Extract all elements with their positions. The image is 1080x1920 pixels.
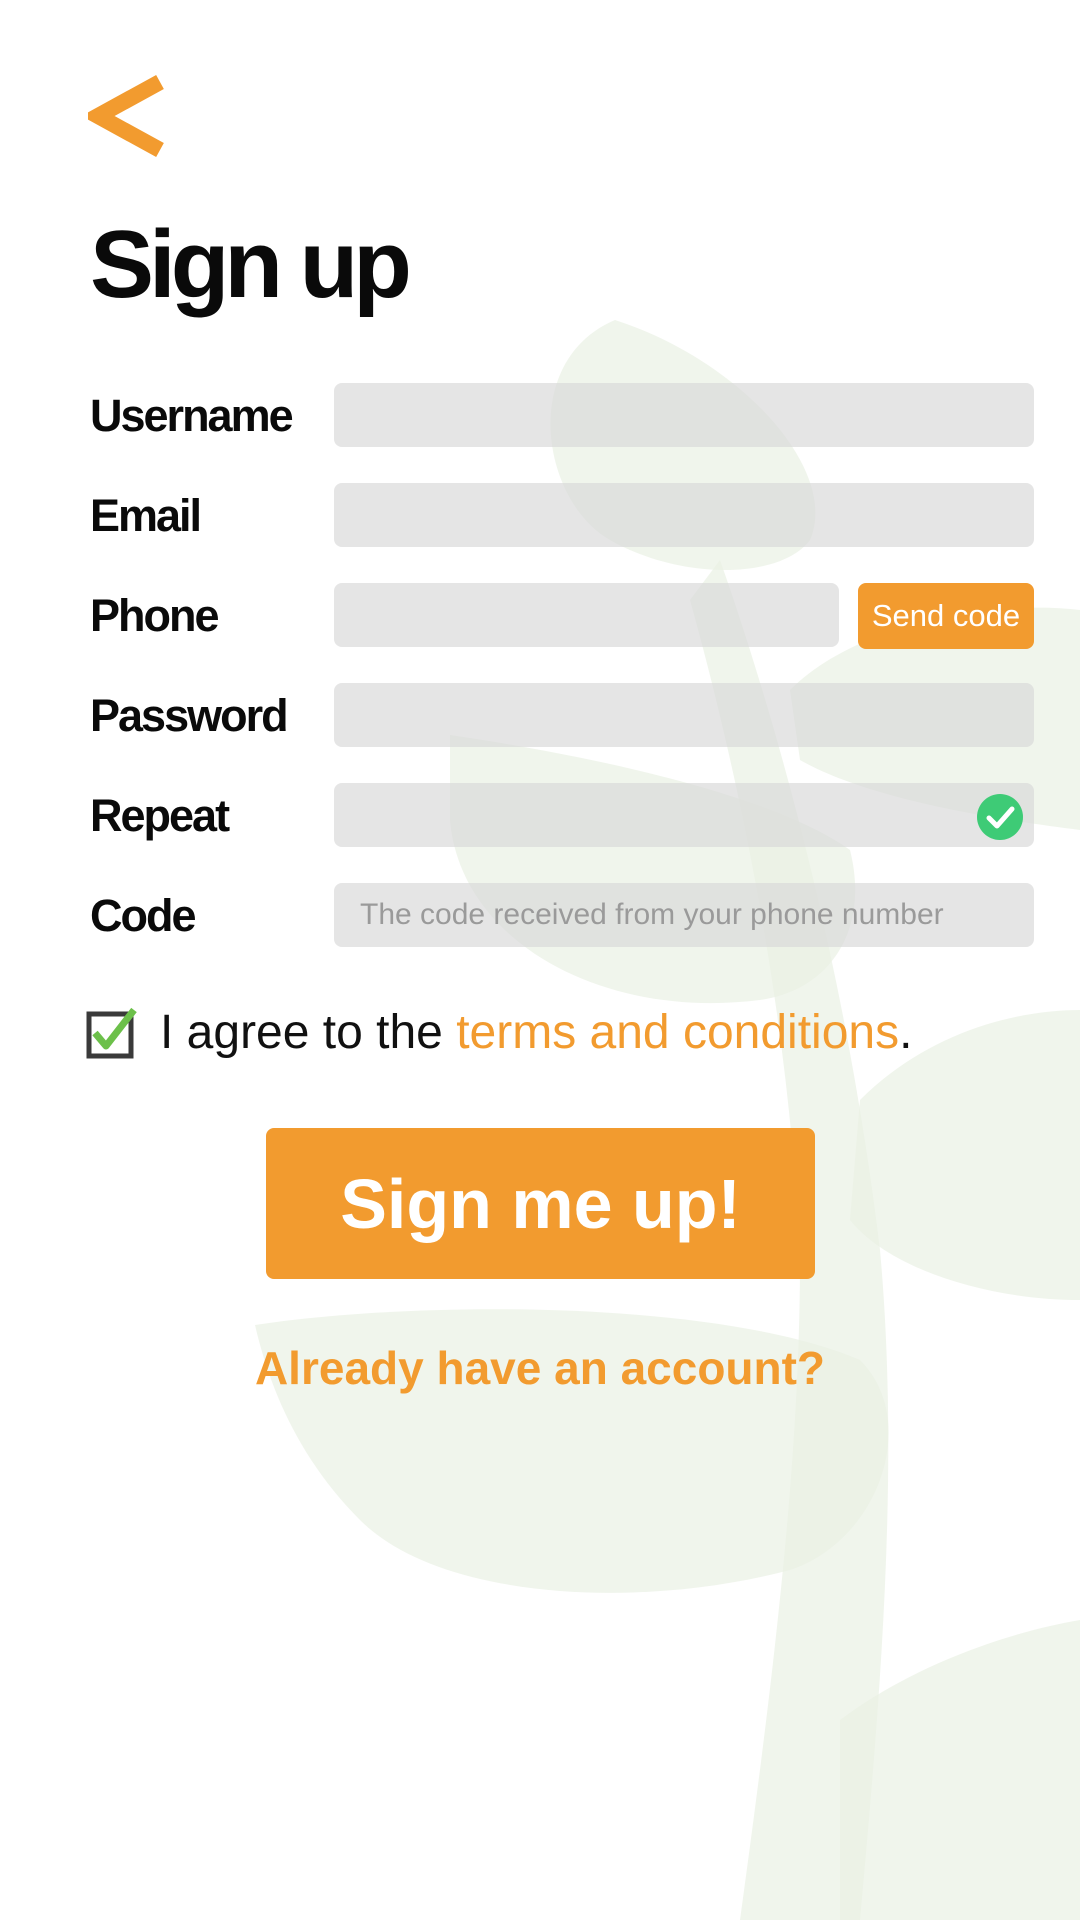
username-label: Username bbox=[90, 390, 294, 441]
phone-input[interactable] bbox=[334, 583, 839, 647]
code-input[interactable] bbox=[334, 883, 1034, 947]
repeat-password-input[interactable] bbox=[334, 783, 1034, 847]
agreement-prefix: I agree to the bbox=[160, 1006, 457, 1059]
check-circle-icon bbox=[977, 794, 1023, 840]
login-link[interactable]: Already have an account? bbox=[0, 1338, 1080, 1398]
agreement-text: I agree to the terms and conditions. bbox=[160, 1000, 912, 1066]
repeat-password-label: Repeat bbox=[90, 790, 230, 841]
terms-link[interactable]: terms and conditions bbox=[456, 1006, 899, 1059]
agreement-suffix: . bbox=[899, 1006, 913, 1059]
password-label: Password bbox=[90, 690, 289, 741]
phone-label: Phone bbox=[90, 590, 220, 641]
back-button[interactable] bbox=[88, 70, 168, 160]
username-input[interactable] bbox=[334, 383, 1034, 447]
send-code-button[interactable]: Send code bbox=[858, 583, 1034, 649]
sign-up-button[interactable]: Sign me up! bbox=[266, 1128, 815, 1279]
password-input[interactable] bbox=[334, 683, 1034, 747]
code-label: Code bbox=[90, 890, 196, 941]
agree-checkbox[interactable] bbox=[86, 1006, 142, 1060]
email-input[interactable] bbox=[334, 483, 1034, 547]
page-title: Sign up bbox=[90, 211, 412, 318]
chevron-left-icon bbox=[88, 74, 164, 158]
email-label: Email bbox=[90, 490, 202, 541]
